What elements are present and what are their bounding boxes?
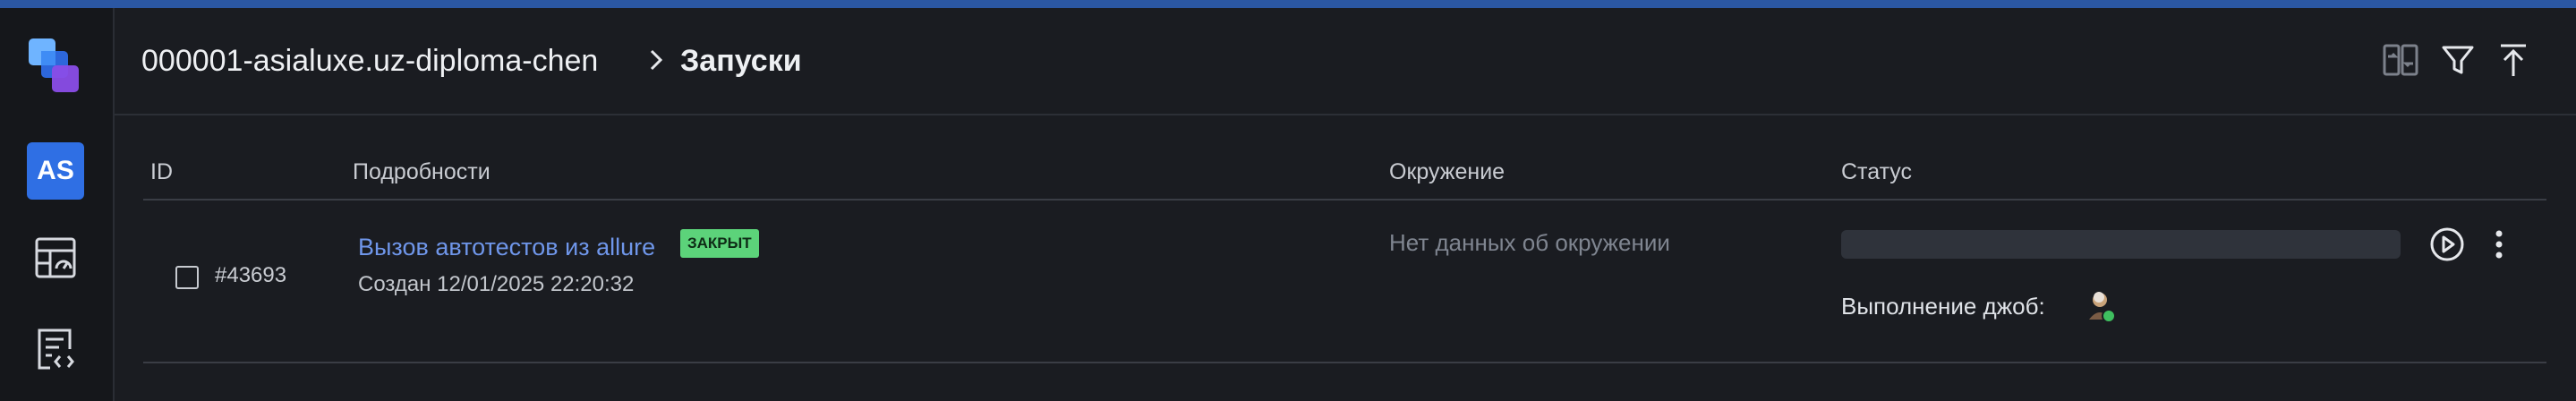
status-badge: ЗАКРЫТ <box>680 229 759 258</box>
run-title-link[interactable]: Вызов автотестов из allure <box>358 234 655 261</box>
row-divider <box>143 362 2546 363</box>
column-header-environment[interactable]: Окружение <box>1389 159 1505 185</box>
window-top-bar <box>0 0 2576 8</box>
chevron-right-icon <box>643 46 670 74</box>
column-header-details[interactable]: Подробности <box>353 159 490 185</box>
jobs-label: Выполнение джоб: <box>1841 293 2045 320</box>
filter-icon[interactable] <box>2436 38 2479 81</box>
compare-icon[interactable] <box>2379 38 2422 81</box>
row-checkbox[interactable] <box>175 266 199 289</box>
code-file-icon[interactable] <box>32 326 79 372</box>
job-user-avatar[interactable] <box>2086 289 2118 325</box>
column-header-status[interactable]: Статус <box>1841 159 1912 185</box>
more-options-icon[interactable] <box>2490 226 2508 262</box>
logo-icon <box>29 38 79 92</box>
run-id: #43693 <box>215 263 287 287</box>
user-avatar[interactable]: AS <box>27 142 84 200</box>
header-divider <box>143 199 2546 200</box>
upload-icon[interactable] <box>2492 38 2535 81</box>
play-icon[interactable] <box>2429 226 2465 262</box>
status-progress-bar <box>1841 230 2401 259</box>
breadcrumb-project[interactable]: 000001-asialuxe.uz-diploma-chen <box>141 44 598 79</box>
page-header: 000001-asialuxe.uz-diploma-chen Запуски <box>115 8 2576 115</box>
run-created-date: Создан 12/01/2025 22:20:32 <box>358 272 635 296</box>
dashboard-icon[interactable] <box>32 235 79 281</box>
page-title: Запуски <box>680 44 802 78</box>
environment-value: Нет данных об окружении <box>1389 229 1670 256</box>
sidebar: AS <box>0 8 115 401</box>
app-logo[interactable] <box>25 35 86 103</box>
column-header-id[interactable]: ID <box>150 159 173 185</box>
